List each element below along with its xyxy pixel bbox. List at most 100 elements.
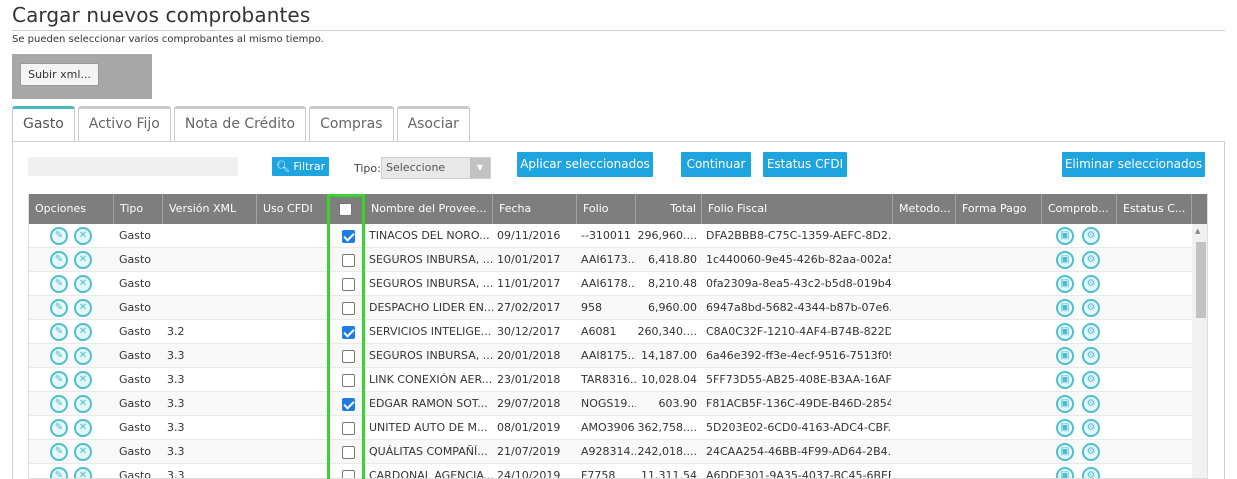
tab-activo-fijo[interactable]: Activo Fijo [77, 106, 171, 141]
upload-xml-button[interactable]: Subir xml... [20, 63, 99, 86]
remove-icon[interactable]: ✕ [74, 419, 92, 437]
table-row[interactable]: ✎ ✕ Gasto 3.3 QUÁLITAS COMPAÑÍ... 21/07/2019 A… [29, 440, 1192, 464]
xml-icon[interactable]: ⚙ [1082, 347, 1100, 365]
column-header-version-xml[interactable]: Versión XML [163, 194, 257, 224]
row-checkbox[interactable] [342, 326, 355, 339]
edit-icon[interactable]: ✎ [50, 227, 68, 245]
xml-icon[interactable]: ⚙ [1082, 275, 1100, 293]
edit-icon[interactable]: ✎ [50, 299, 68, 317]
remove-icon[interactable]: ✕ [74, 371, 92, 389]
row-checkbox[interactable] [342, 230, 355, 243]
table-row[interactable]: ✎ ✕ Gasto 3.3 LINK CONEXIÓN AER... 23/01/2018… [29, 368, 1192, 392]
remove-icon[interactable]: ✕ [74, 467, 92, 478]
row-checkbox[interactable] [342, 374, 355, 387]
remove-icon[interactable]: ✕ [74, 323, 92, 341]
column-header-folio[interactable]: Folio [577, 194, 636, 224]
tab-nota-de-credito[interactable]: Nota de Crédito [173, 106, 307, 141]
pdf-icon[interactable]: ▣ [1056, 467, 1074, 478]
row-checkbox[interactable] [342, 446, 355, 459]
row-checkbox[interactable] [342, 254, 355, 267]
pdf-icon[interactable]: ▣ [1056, 347, 1074, 365]
xml-icon[interactable]: ⚙ [1082, 227, 1100, 245]
tab-asociar[interactable]: Asociar [396, 106, 470, 141]
tab-compras[interactable]: Compras [309, 106, 394, 141]
scroll-up-icon[interactable]: ▲ [1195, 227, 1200, 235]
pdf-icon[interactable]: ▣ [1056, 371, 1074, 389]
remove-icon[interactable]: ✕ [74, 227, 92, 245]
pdf-icon[interactable]: ▣ [1056, 419, 1074, 437]
remove-icon[interactable]: ✕ [74, 443, 92, 461]
edit-icon[interactable]: ✎ [50, 371, 68, 389]
table-row[interactable]: ✎ ✕ Gasto DESPACHO LIDER EN... 27/02/2017 958… [29, 296, 1192, 320]
xml-icon[interactable]: ⚙ [1082, 371, 1100, 389]
tab-gasto[interactable]: Gasto [12, 106, 75, 141]
delete-selected-button[interactable]: Eliminar seleccionados [1062, 152, 1205, 177]
table-row[interactable]: ✎ ✕ Gasto TINACOS DEL NORO... 09/11/2016 --31… [29, 224, 1192, 248]
xml-icon[interactable]: ⚙ [1082, 251, 1100, 269]
table-row[interactable]: ✎ ✕ Gasto 3.3 CARDONAL AGENCIA... 24/10/2019 F… [29, 464, 1192, 478]
pdf-icon[interactable]: ▣ [1056, 299, 1074, 317]
table-row[interactable]: ✎ ✕ Gasto 3.2 SERVICIOS INTELIGE... 30/12/201… [29, 320, 1192, 344]
column-header-tipo[interactable]: Tipo [114, 194, 163, 224]
edit-icon[interactable]: ✎ [50, 251, 68, 269]
edit-icon[interactable]: ✎ [50, 395, 68, 413]
row-checkbox[interactable] [342, 470, 355, 478]
continue-button[interactable]: Continuar [681, 152, 751, 177]
table-row[interactable]: ✎ ✕ Gasto 3.3 UNITED AUTO DE M... 08/01/2019 A… [29, 416, 1192, 440]
cell-tipo: Gasto [119, 325, 152, 338]
cfdi-status-button[interactable]: Estatus CFDI [763, 152, 847, 177]
pdf-icon[interactable]: ▣ [1056, 227, 1074, 245]
table-row[interactable]: ✎ ✕ Gasto 3.3 SEGUROS INBURSA, ... 20/01/2018… [29, 344, 1192, 368]
scrollbar-thumb[interactable] [1196, 242, 1206, 318]
pdf-icon[interactable]: ▣ [1056, 275, 1074, 293]
row-checkbox[interactable] [342, 350, 355, 363]
edit-icon[interactable]: ✎ [50, 467, 68, 478]
column-header-opciones[interactable]: Opciones [29, 194, 114, 224]
cell-folio: A928314... [581, 445, 636, 458]
remove-icon[interactable]: ✕ [74, 299, 92, 317]
xml-icon[interactable]: ⚙ [1082, 443, 1100, 461]
pdf-icon[interactable]: ▣ [1056, 443, 1074, 461]
remove-icon[interactable]: ✕ [74, 275, 92, 293]
scrollbar[interactable]: ▲ [1192, 224, 1207, 478]
xml-icon[interactable]: ⚙ [1082, 419, 1100, 437]
remove-icon[interactable]: ✕ [74, 347, 92, 365]
remove-icon[interactable]: ✕ [74, 395, 92, 413]
column-header-total[interactable]: Total [636, 194, 702, 224]
table-row[interactable]: ✎ ✕ Gasto 3.3 EDGAR RAMON SOT... 29/07/2018 NO… [29, 392, 1192, 416]
row-checkbox[interactable] [342, 422, 355, 435]
row-checkbox[interactable] [342, 398, 355, 411]
xml-icon[interactable]: ⚙ [1082, 323, 1100, 341]
column-header-nombre-proveedor[interactable]: Nombre del Provee... [365, 194, 493, 224]
tipo-select[interactable]: Seleccione ▼ [381, 157, 491, 179]
table-row[interactable]: ✎ ✕ Gasto SEGUROS INBURSA, ... 10/01/2017 AAI… [29, 248, 1192, 272]
pdf-icon[interactable]: ▣ [1056, 251, 1074, 269]
remove-icon[interactable]: ✕ [74, 251, 92, 269]
xml-icon[interactable]: ⚙ [1082, 395, 1100, 413]
edit-icon[interactable]: ✎ [50, 347, 68, 365]
xml-icon[interactable]: ⚙ [1082, 299, 1100, 317]
filter-button[interactable]: 🔍︎ Filtrar [272, 157, 329, 176]
edit-icon[interactable]: ✎ [50, 419, 68, 437]
page-title: Cargar nuevos comprobantes [12, 3, 311, 27]
table-row[interactable]: ✎ ✕ Gasto SEGUROS INBURSA, ... 11/01/2017 AAI… [29, 272, 1192, 296]
xml-icon[interactable]: ⚙ [1082, 467, 1100, 478]
apply-selected-button[interactable]: Aplicar seleccionados [517, 152, 653, 177]
column-header-fecha[interactable]: Fecha [493, 194, 577, 224]
column-header-estatus-cfdi[interactable]: Estatus C... [1117, 194, 1192, 224]
edit-icon[interactable]: ✎ [50, 323, 68, 341]
column-header-folio-fiscal[interactable]: Folio Fiscal [702, 194, 893, 224]
edit-icon[interactable]: ✎ [50, 275, 68, 293]
column-header-uso-cfdi[interactable]: Uso CFDI [257, 194, 329, 224]
select-all-checkbox[interactable] [339, 203, 352, 216]
column-header-select-all[interactable] [329, 194, 365, 224]
row-checkbox[interactable] [342, 278, 355, 291]
column-header-comprobante[interactable]: Comprob... [1042, 194, 1117, 224]
edit-icon[interactable]: ✎ [50, 443, 68, 461]
pdf-icon[interactable]: ▣ [1056, 323, 1074, 341]
column-header-forma-pago[interactable]: Forma Pago [956, 194, 1042, 224]
column-header-metodo-pago[interactable]: Metodo... [893, 194, 956, 224]
pdf-icon[interactable]: ▣ [1056, 395, 1074, 413]
row-checkbox[interactable] [342, 302, 355, 315]
filter-input[interactable] [28, 157, 238, 176]
